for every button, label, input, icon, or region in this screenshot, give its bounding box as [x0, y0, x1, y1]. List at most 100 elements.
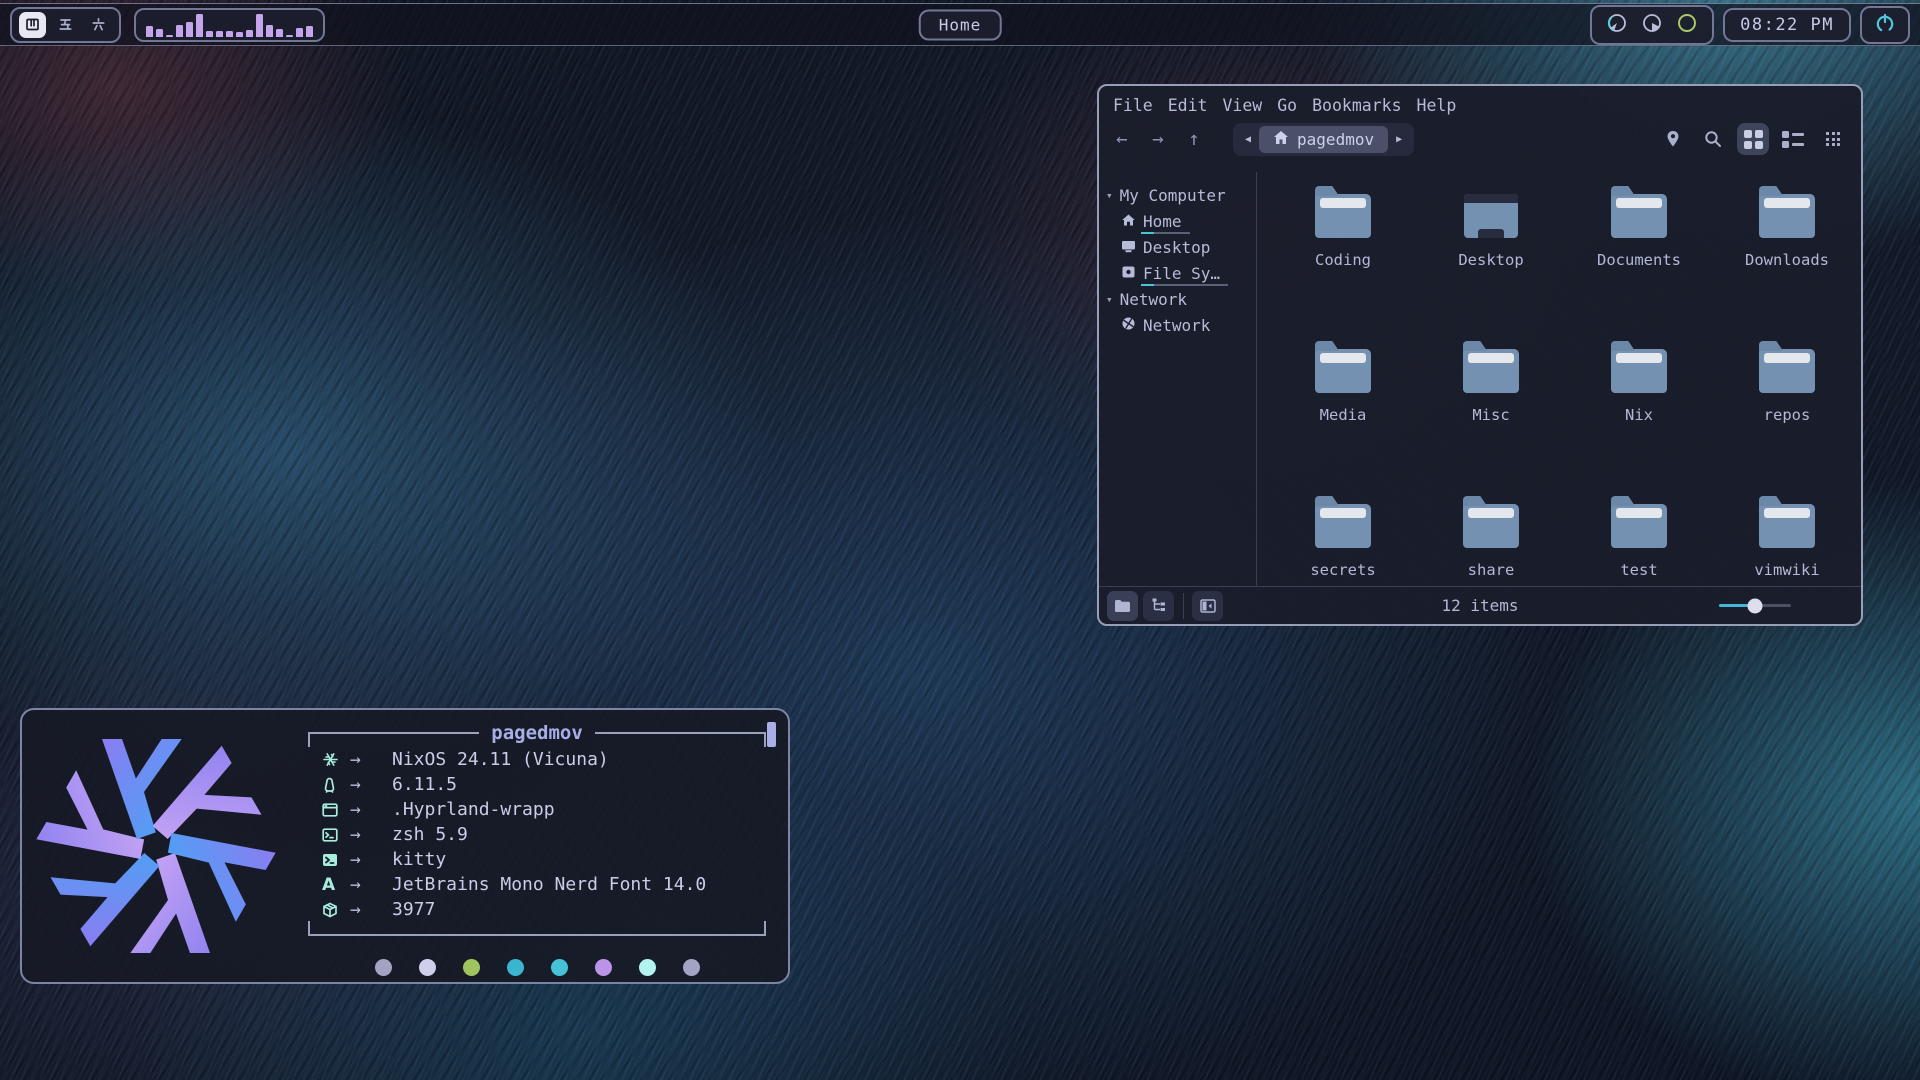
path-segment-label: pagedmov — [1297, 130, 1374, 149]
globe-icon — [1121, 316, 1136, 335]
folder-icon — [1463, 349, 1519, 393]
visualizer-bar — [196, 14, 203, 37]
path-scroll-right[interactable]: ▶ — [1390, 134, 1408, 145]
item-count: 12 items — [1441, 596, 1518, 615]
compact-view-button[interactable] — [1777, 123, 1809, 155]
workspace-button-1[interactable] — [19, 12, 46, 38]
visualizer-bar — [216, 31, 223, 36]
file-item-coding[interactable]: Coding — [1269, 182, 1417, 337]
visualizer-bar — [296, 28, 303, 36]
location-button[interactable] — [1657, 123, 1689, 155]
file-item-repos[interactable]: repos — [1713, 337, 1861, 492]
palette-dot — [683, 959, 700, 976]
file-label: Misc — [1472, 406, 1509, 424]
arrow-glyph: → — [350, 849, 392, 870]
compact-view-icon — [1782, 131, 1804, 148]
menu-item-view[interactable]: View — [1223, 96, 1263, 115]
palette-dot — [639, 959, 656, 976]
zoom-slider[interactable] — [1719, 599, 1791, 613]
menu-item-help[interactable]: Help — [1417, 96, 1457, 115]
menu-item-edit[interactable]: Edit — [1168, 96, 1208, 115]
file-item-misc[interactable]: Misc — [1417, 337, 1565, 492]
thumbnail-view-icon — [1826, 132, 1840, 146]
menu-item-go[interactable]: Go — [1277, 96, 1297, 115]
thumbnail-view-button[interactable] — [1817, 123, 1849, 155]
fastfetch-value: 3977 — [392, 899, 435, 920]
tree-pane-button[interactable] — [1143, 591, 1174, 621]
menu-item-file[interactable]: File — [1113, 96, 1153, 115]
file-item-downloads[interactable]: Downloads — [1713, 182, 1861, 337]
workspace-switcher — [10, 7, 121, 43]
active-window-title[interactable]: Home — [919, 9, 1002, 40]
sidebar-item-network[interactable]: Network — [1099, 312, 1256, 338]
visualizer-bar — [146, 26, 153, 37]
arrow-glyph: → — [350, 899, 392, 920]
hostname: pagedmov — [491, 722, 583, 744]
palette-dot — [595, 959, 612, 976]
file-item-media[interactable]: Media — [1269, 337, 1417, 492]
search-button[interactable] — [1697, 123, 1729, 155]
visualizer-bar — [156, 29, 163, 37]
icon-view-button[interactable] — [1737, 123, 1769, 155]
path-scroll-left[interactable]: ◀ — [1239, 134, 1257, 145]
visualizer-bar — [306, 26, 313, 37]
terminal-window[interactable]: pagedmov → NixOS 24.11 (Vicuna) → 6.11.5… — [20, 708, 790, 984]
workspace-glyph-icon — [58, 17, 73, 32]
sidebar-section-network[interactable]: ▾ Network — [1099, 286, 1256, 312]
power-button[interactable] — [1860, 6, 1910, 44]
fastfetch-value: .Hyprland-wrapp — [392, 799, 555, 820]
path-segment-home[interactable]: pagedmov — [1259, 126, 1388, 153]
visualizer-bar — [286, 35, 293, 37]
toggle-sidebar-button[interactable] — [1192, 591, 1223, 621]
file-label: vimwiki — [1754, 561, 1819, 579]
clock: 08:22 PM — [1723, 8, 1851, 42]
terminal-cursor — [767, 722, 776, 747]
folder-icon — [1611, 504, 1667, 548]
fastfetch-frame-top: pagedmov — [308, 722, 766, 744]
visualizer-bars — [146, 13, 313, 37]
fastfetch-value: kitty — [392, 849, 446, 870]
folder-icon — [1315, 194, 1371, 238]
menu-item-bookmarks[interactable]: Bookmarks — [1312, 96, 1401, 115]
visualizer-bar — [266, 25, 273, 37]
toolbar: ← → ↑ ◀ pagedmov ▶ — [1099, 119, 1861, 159]
collapse-triangle-icon: ▾ — [1106, 189, 1113, 202]
fastfetch-value: NixOS 24.11 (Vicuna) — [392, 749, 609, 770]
zoom-slider-knob[interactable] — [1748, 598, 1763, 613]
sidebar-item-desktop[interactable]: Desktop — [1099, 234, 1256, 260]
folder-icon — [1759, 504, 1815, 548]
folder-icon — [1759, 349, 1815, 393]
collapse-triangle-icon: ▾ — [1106, 293, 1113, 306]
places-pane-button[interactable] — [1107, 591, 1138, 621]
top-bar: Home 0 — [0, 3, 1920, 46]
fastfetch-value: zsh 5.9 — [392, 824, 468, 845]
file-item-desktop[interactable]: Desktop — [1417, 182, 1565, 337]
visualizer-bar — [246, 30, 253, 37]
drive-icon — [1121, 264, 1136, 283]
sidebar-item-filesy[interactable]: File Sy… — [1099, 260, 1256, 286]
file-label: Coding — [1315, 251, 1371, 269]
forward-button[interactable]: → — [1145, 128, 1171, 150]
up-button[interactable]: ↑ — [1181, 128, 1207, 150]
file-item-documents[interactable]: Documents — [1565, 182, 1713, 337]
terminal-icon — [322, 853, 350, 867]
file-label: secrets — [1310, 561, 1375, 579]
visualizer-bar — [206, 31, 213, 37]
nix-icon — [322, 751, 350, 768]
fastfetch-value: 6.11.5 — [392, 774, 457, 795]
sidebar-item-home[interactable]: Home — [1099, 208, 1256, 234]
folder-icon — [1315, 504, 1371, 548]
arrow-glyph: → — [350, 749, 392, 770]
visualizer-bar — [186, 22, 193, 37]
file-label: test — [1620, 561, 1657, 579]
arrow-glyph: → — [350, 799, 392, 820]
file-item-nix[interactable]: Nix — [1565, 337, 1713, 492]
workspace-button-3[interactable] — [85, 12, 112, 38]
penguin-icon — [322, 777, 350, 793]
sidebar-section-my-computer[interactable]: ▾ My Computer — [1099, 182, 1256, 208]
file-label: Media — [1320, 406, 1367, 424]
back-button[interactable]: ← — [1109, 128, 1135, 150]
workspace-button-2[interactable] — [52, 12, 79, 38]
visualizer-bar — [176, 25, 183, 37]
folder-icon — [1611, 349, 1667, 393]
